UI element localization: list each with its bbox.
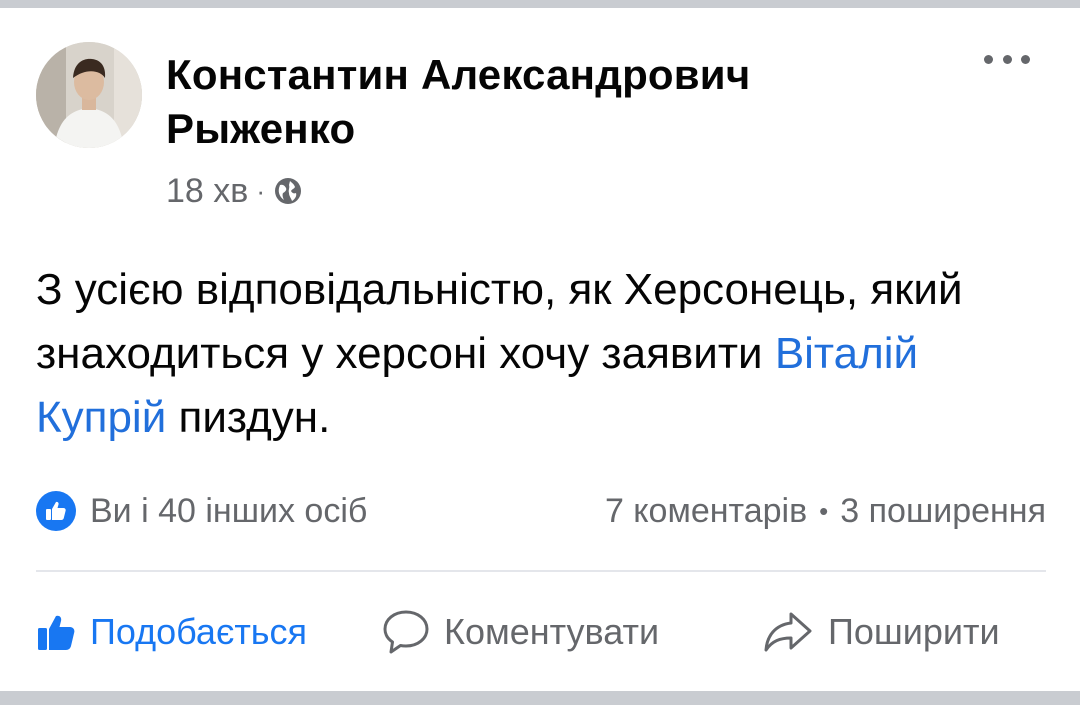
comment-label: Коментувати: [444, 611, 660, 652]
share-label: Поширити: [828, 611, 1000, 652]
like-label: Подобається: [90, 611, 308, 652]
share-button[interactable]: Поширити: [762, 596, 1000, 668]
comment-button[interactable]: Коментувати: [382, 596, 659, 668]
more-options-button[interactable]: [984, 44, 1030, 74]
more-dot-icon: [1021, 54, 1030, 64]
share-arrow-icon: [764, 612, 812, 652]
thumbs-up-icon: [38, 615, 75, 650]
post-text-part: пиздун.: [166, 393, 331, 442]
author-name[interactable]: Константин Александрович Рыженко: [166, 48, 926, 156]
like-reaction-icon: [36, 491, 76, 531]
post-actions: Подобається Коментувати Поширити: [0, 596, 1080, 668]
avatar[interactable]: [36, 42, 142, 148]
meta-separator: ·: [256, 175, 265, 206]
stats-separator: •: [819, 495, 829, 526]
post-stats: Ви і 40 інших осіб 7 коментарів • 3 поши…: [36, 486, 1046, 536]
thumbs-up-icon: [46, 501, 66, 520]
like-button[interactable]: Подобається: [36, 596, 307, 668]
post-meta: 18 хв ·: [166, 168, 303, 214]
globe-icon[interactable]: [273, 176, 303, 206]
comments-count[interactable]: 7 коментарів: [605, 492, 807, 531]
shares-count[interactable]: 3 поширення: [840, 492, 1046, 531]
post-time[interactable]: 18 хв: [166, 172, 248, 211]
top-separator: [0, 0, 1080, 8]
reactions-count[interactable]: Ви і 40 інших осіб: [90, 492, 367, 531]
avatar-photo: [36, 42, 142, 148]
more-dot-icon: [984, 54, 993, 64]
divider: [36, 570, 1046, 572]
bottom-separator: [0, 691, 1080, 705]
post-body: З усією відповідальністю, як Херсонець, …: [36, 258, 1046, 450]
comment-bubble-icon: [383, 610, 429, 654]
more-dot-icon: [1002, 54, 1012, 64]
engagement-counts: 7 коментарів • 3 поширення: [605, 492, 1046, 531]
